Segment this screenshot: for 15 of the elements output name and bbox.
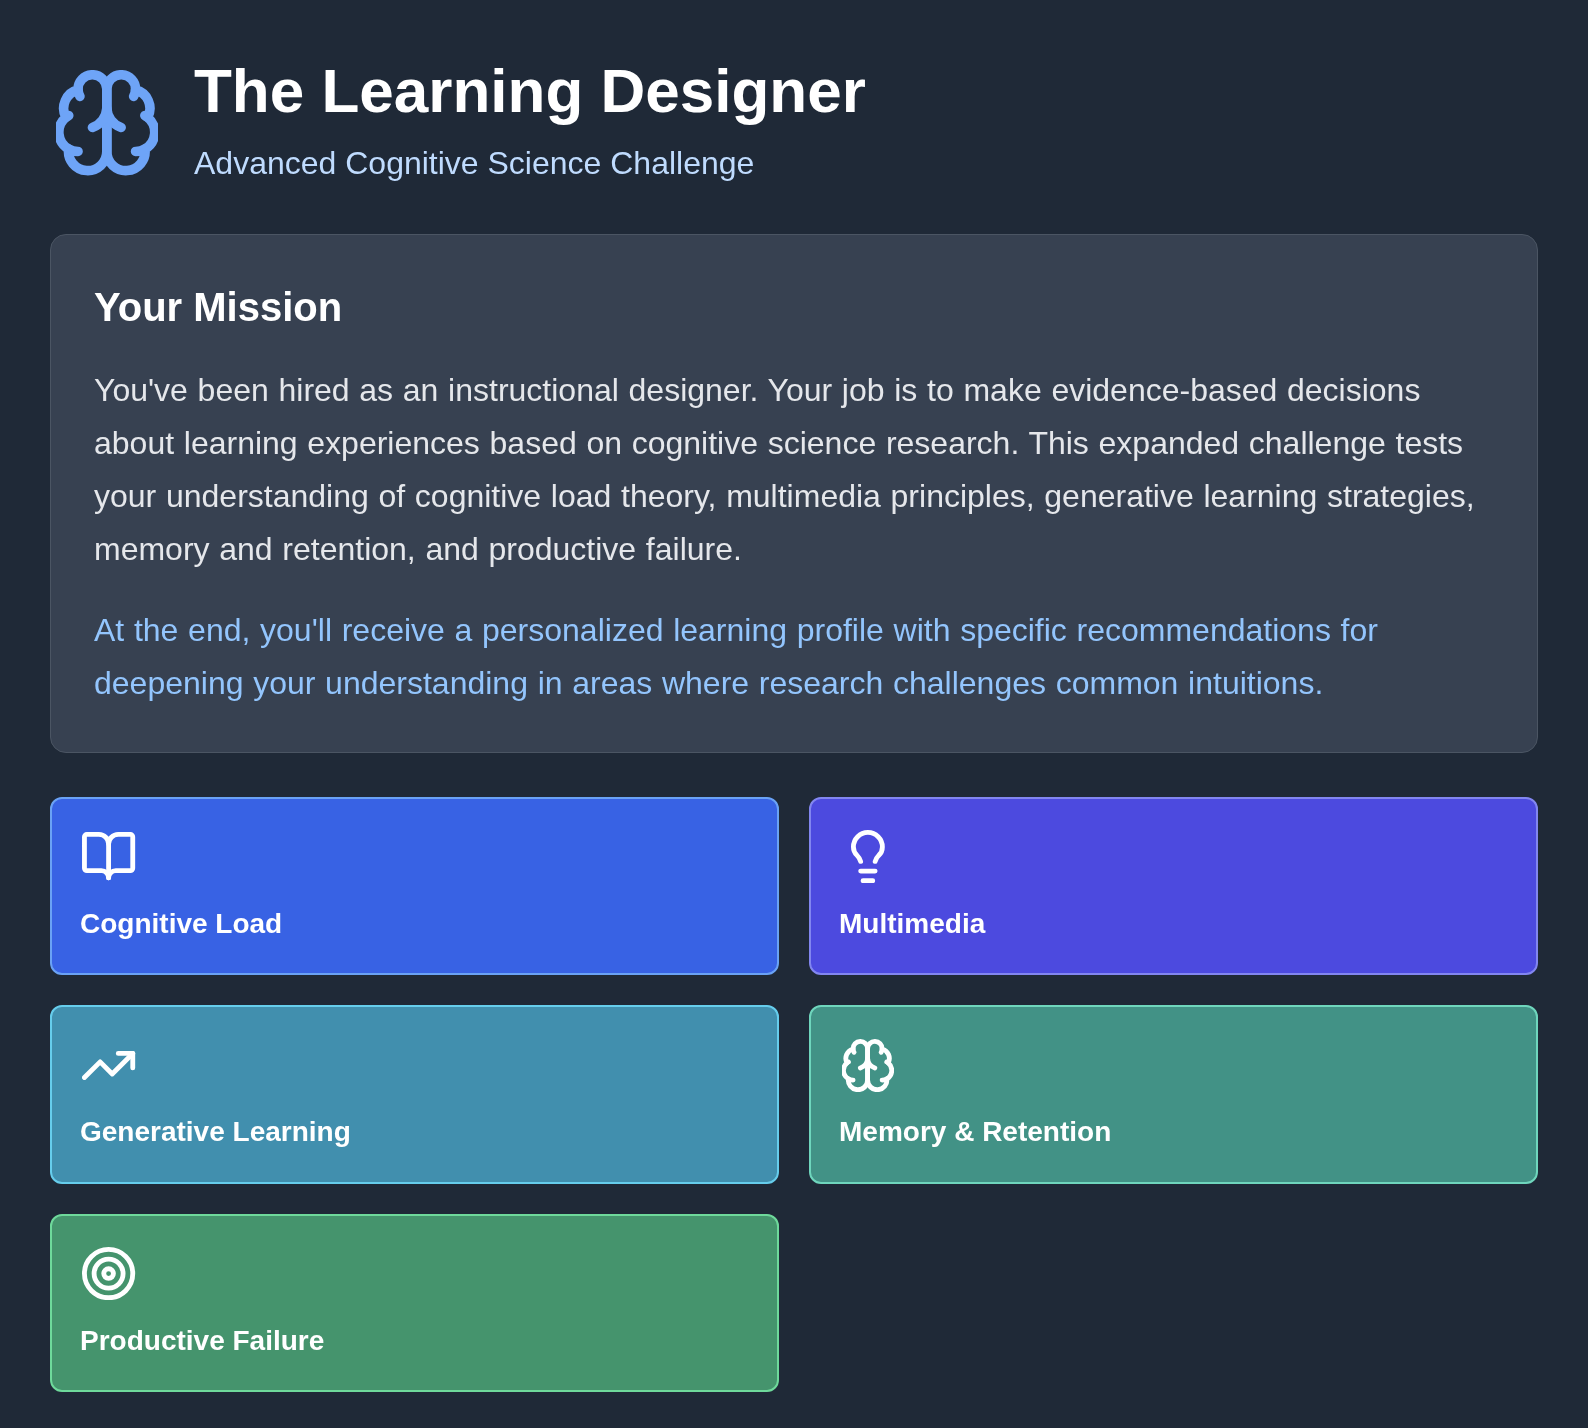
brain-icon [56,70,158,176]
open-book-icon [82,832,136,881]
page-subtitle: Advanced Cognitive Science Challenge [194,144,756,183]
topic-card[interactable]: Generative Learning [50,1005,779,1184]
brain-icon [842,1038,894,1092]
mission-text: You've been hired as an instructional designer. Your job is to make evidence-based decisions about learning experiences based on cognitive science research. This expanded challenge tests your understanding of cognitive load theory, multimedia principles, generative learning strategies, memory and retention, and productive failure. [94,371,1476,569]
topic-card[interactable]: Multimedia [809,796,1538,976]
mission-title: Your Mission [94,284,344,332]
highlight-text: At the end, you'll receive a personalized learning profile with specific recommendations for deepening your understanding in areas where research challenges common intuitions. [94,611,1379,703]
topic-card[interactable]: Memory & Retention [809,1005,1538,1184]
lightbulb-icon [851,830,885,884]
trending-up-icon [82,1050,136,1080]
target-icon [82,1247,136,1301]
topic-card[interactable]: Productive Failure [50,1213,779,1393]
topic-card[interactable]: Cognitive Load [50,796,779,976]
